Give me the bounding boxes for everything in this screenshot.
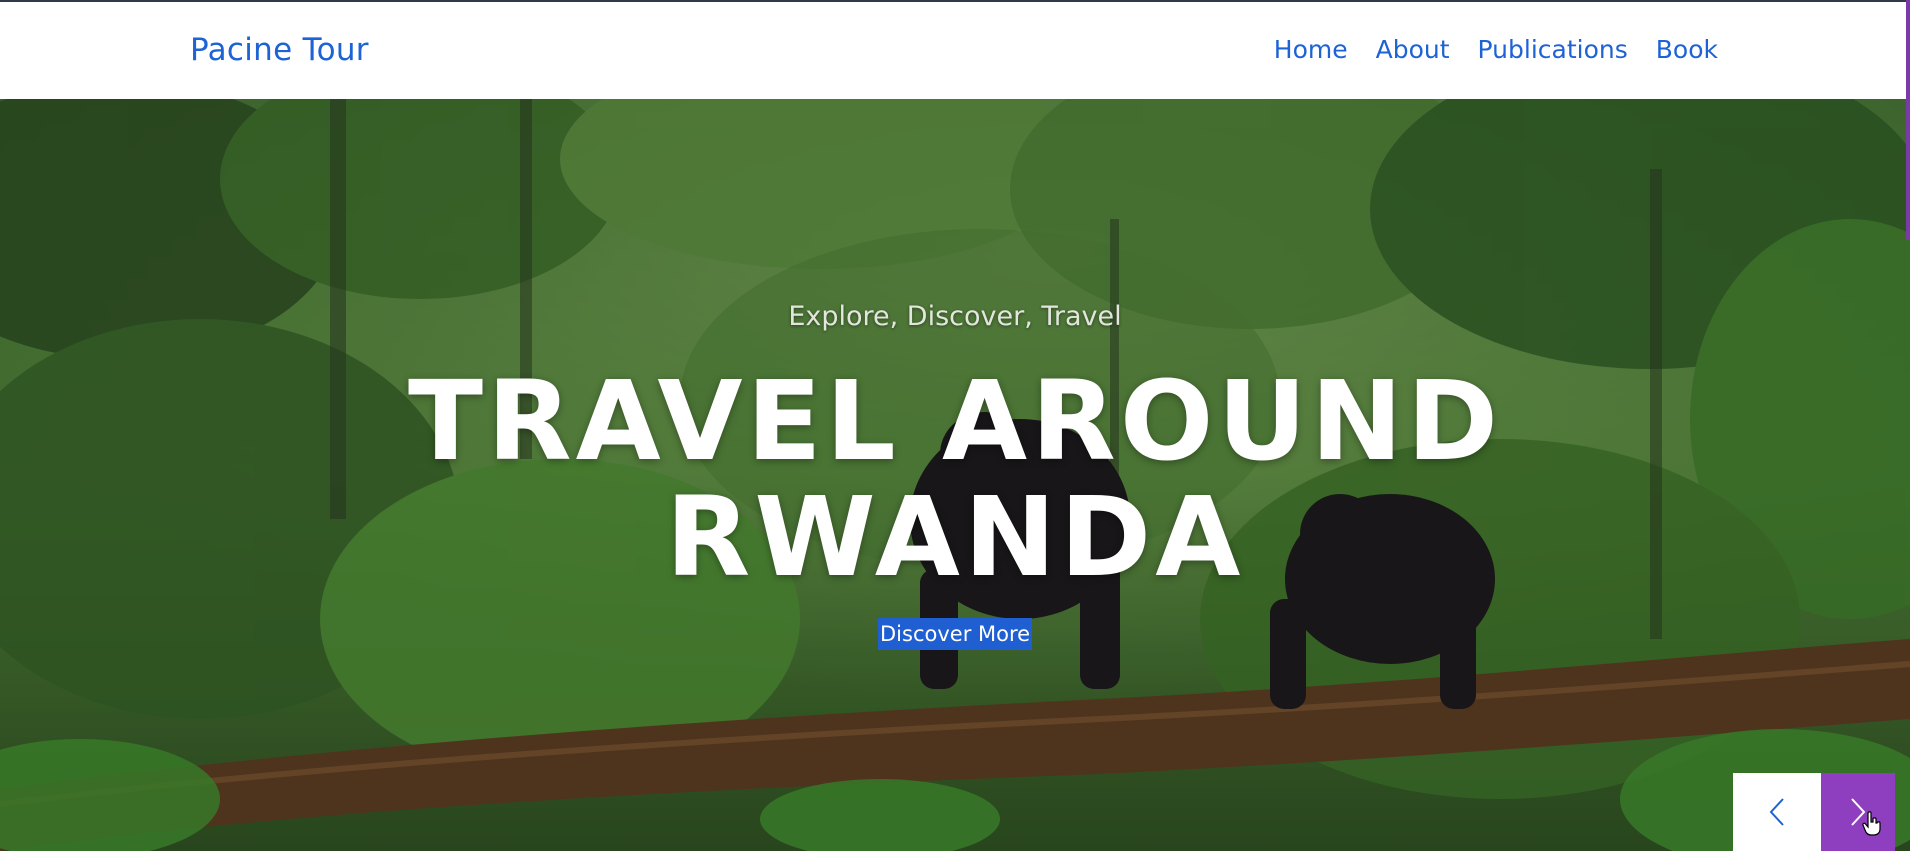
slider-prev-button[interactable] <box>1733 773 1821 851</box>
hero-title: TRAVEL AROUND RWANDA <box>0 363 1910 595</box>
page-scrollbar[interactable] <box>1906 0 1910 240</box>
nav-home[interactable]: Home <box>1274 35 1348 64</box>
hero-subtitle: Explore, Discover, Travel <box>788 301 1122 332</box>
hero-slider: Explore, Discover, Travel TRAVEL AROUND … <box>0 99 1910 851</box>
hero-title-line2: RWANDA <box>665 473 1245 601</box>
hand-cursor-icon <box>1862 811 1881 836</box>
nav-publications[interactable]: Publications <box>1478 35 1628 64</box>
slider-next-button[interactable] <box>1821 773 1895 851</box>
nav-book[interactable]: Book <box>1656 35 1718 64</box>
hero-title-line1: TRAVEL AROUND <box>407 357 1503 485</box>
brand-link[interactable]: Pacine Tour <box>190 32 369 68</box>
main-nav: Home About Publications Book <box>1274 35 1718 64</box>
top-navbar: Pacine Tour Home About Publications Book <box>0 0 1910 99</box>
chevron-left-icon <box>1769 798 1784 826</box>
nav-about[interactable]: About <box>1376 35 1450 64</box>
discover-more-button[interactable]: Discover More <box>878 618 1033 650</box>
